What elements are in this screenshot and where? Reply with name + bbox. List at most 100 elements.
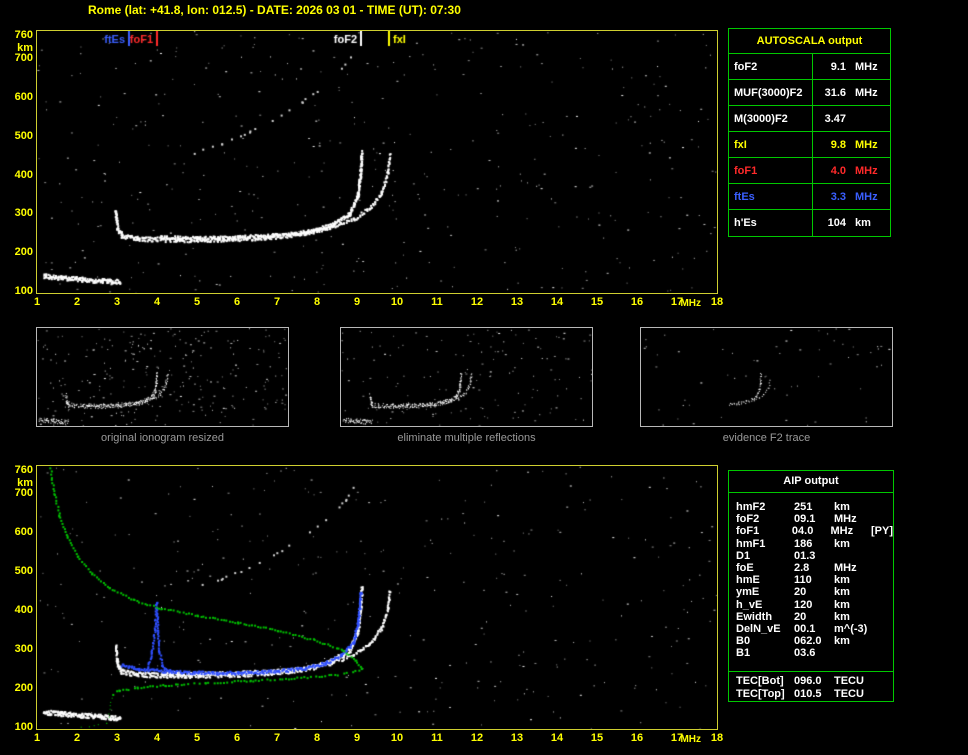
autoscala-output-table: AUTOSCALA output foF2 9.1 MHz MUF(3000)F… bbox=[728, 28, 891, 237]
aip-parameter-label: foF2 bbox=[736, 513, 760, 526]
axis-tick-label: 600 bbox=[14, 526, 33, 539]
autoscala-window: Rome (lat: +41.8, lon: 012.5) - DATE: 20… bbox=[0, 0, 968, 755]
thumbnail-f2-trace bbox=[640, 327, 893, 427]
aip-parameter-row: ymE 20 km bbox=[729, 586, 893, 598]
axis-tick-label: 1 bbox=[33, 732, 41, 744]
aip-parameter-row: foF2 09.1 MHz bbox=[729, 513, 893, 525]
aip-parameter-note bbox=[876, 611, 893, 623]
axis-tick-label: 300 bbox=[14, 207, 33, 220]
value-text: 31.6 bbox=[824, 86, 846, 99]
aip-parameter-row: foF1 04.0 MHz [PY] bbox=[729, 525, 893, 537]
aip-parameter-label: D1 bbox=[736, 549, 751, 562]
thumbnail-original-canvas bbox=[37, 328, 288, 426]
autoscala-table-row: foF2 9.1 MHz bbox=[729, 54, 890, 80]
unit-text: MHz bbox=[855, 190, 878, 203]
axis-tick-label: 760 bbox=[14, 28, 33, 41]
axis-tick-label: 15 bbox=[590, 732, 604, 744]
parameter-label: h'Es bbox=[729, 210, 813, 236]
aip-parameter-unit: km bbox=[834, 574, 850, 587]
axis-tick-label: 8 bbox=[313, 732, 321, 744]
axis-tick-label: 200 bbox=[14, 682, 33, 695]
axis-tick-label: 3 bbox=[113, 732, 121, 744]
axis-tick-label: 9 bbox=[353, 296, 361, 308]
aip-parameter-label: DelN_vE bbox=[736, 622, 781, 635]
axis-tick-label: 14 bbox=[550, 732, 564, 744]
caption-evidence-f2: evidence F2 trace bbox=[722, 432, 811, 444]
station-title: Rome (lat: +41.8, lon: 012.5) - DATE: 20… bbox=[88, 3, 461, 17]
axis-tick-label: 13 bbox=[510, 732, 524, 744]
unit-text: MHz bbox=[855, 60, 878, 73]
aip-parameter-label: Ewidth bbox=[736, 610, 773, 623]
tec-value: 010.5 bbox=[794, 687, 822, 700]
aip-parameter-unit: MHz bbox=[834, 513, 857, 526]
thumbnail-filtered-canvas bbox=[341, 328, 592, 426]
axis-tick-label: 2 bbox=[73, 732, 81, 744]
aip-parameter-unit bbox=[834, 550, 876, 562]
axis-tick-label: MHz bbox=[680, 298, 701, 309]
axis-tick-label: 700 bbox=[14, 487, 33, 500]
parameter-value: 9.1 MHz bbox=[813, 54, 890, 79]
autoscala-output-header: AUTOSCALA output bbox=[729, 29, 890, 54]
aip-parameter-unit: km bbox=[834, 537, 850, 550]
parameter-value: 31.6 MHz bbox=[813, 80, 890, 105]
unit-text: km bbox=[855, 217, 871, 229]
unit-text: MHz bbox=[855, 138, 878, 151]
aip-parameter-unit: km bbox=[834, 501, 850, 513]
aip-parameter-value: 120 bbox=[794, 598, 813, 611]
parameter-value: 3.47 bbox=[813, 106, 890, 131]
profile-ionogram-canvas bbox=[37, 466, 717, 729]
autoscala-table-row: M(3000)F2 3.47 bbox=[729, 106, 890, 132]
value-text: 3.47 bbox=[824, 112, 846, 125]
aip-parameter-unit: km bbox=[834, 598, 850, 611]
tec-label: TEC[Bot] bbox=[736, 675, 784, 688]
axis-tick-label: 5 bbox=[193, 732, 201, 744]
value-text: 3.3 bbox=[830, 190, 846, 203]
axis-tick-label: 700 bbox=[14, 52, 33, 65]
aip-tec-rows: TEC[Bot] 096.0 TECU TEC[Top] 010.5 TECU bbox=[729, 671, 893, 700]
axis-tick-label: 500 bbox=[14, 129, 33, 142]
aip-parameter-unit: km bbox=[834, 635, 850, 648]
axis-tick-label: 3 bbox=[113, 296, 121, 308]
aip-parameter-row: hmF2 251 km bbox=[729, 501, 893, 513]
autoscala-rows: foF2 9.1 MHz MUF(3000)F2 31.6 MHz M(3000… bbox=[729, 54, 890, 236]
axis-tick-label: 200 bbox=[14, 246, 33, 259]
value-text: 104 bbox=[827, 217, 846, 229]
aip-parameter-row: hmE 110 km bbox=[729, 574, 893, 586]
parameter-label: ftEs bbox=[729, 184, 813, 209]
value-text: 9.1 bbox=[830, 60, 846, 73]
aip-parameter-value: 2.8 bbox=[794, 561, 810, 574]
axis-tick-label: 12 bbox=[470, 732, 484, 744]
value-text: 9.8 bbox=[830, 138, 846, 151]
main-ionogram-canvas bbox=[37, 31, 717, 293]
aip-parameter-row: D1 01.3 bbox=[729, 550, 893, 562]
autoscala-table-row: foF1 4.0 MHz bbox=[729, 158, 890, 184]
aip-parameter-note bbox=[876, 635, 893, 647]
axis-tick-label: 14 bbox=[550, 296, 564, 308]
axis-tick-label: 16 bbox=[630, 732, 644, 744]
aip-parameter-row: DelN_vE 00.1 m^(-3) bbox=[729, 623, 893, 635]
parameter-value: 9.8 MHz bbox=[813, 132, 890, 157]
aip-output-header: AIP output bbox=[783, 475, 839, 487]
parameter-value: 4.0 MHz bbox=[813, 158, 890, 183]
axis-tick-label: 13 bbox=[510, 296, 524, 308]
aip-parameter-label: hmE bbox=[736, 574, 760, 587]
aip-parameter-label: hmF1 bbox=[736, 537, 766, 550]
aip-parameter-value: 20 bbox=[794, 610, 807, 623]
aip-parameter-row: hmF1 186 km bbox=[729, 538, 893, 550]
autoscala-table-row: MUF(3000)F2 31.6 MHz bbox=[729, 80, 890, 106]
aip-tec-row: TEC[Top] 010.5 TECU bbox=[729, 688, 893, 700]
aip-parameter-note bbox=[876, 513, 893, 525]
parameter-label: foF1 bbox=[729, 158, 813, 183]
aip-parameter-unit bbox=[834, 647, 876, 659]
tec-label: TEC[Top] bbox=[736, 687, 785, 700]
aip-parameter-value: 01.3 bbox=[794, 549, 816, 562]
parameter-label: foF2 bbox=[729, 54, 813, 79]
axis-tick-label: 1 bbox=[33, 296, 41, 308]
tec-value: 096.0 bbox=[794, 675, 822, 688]
axis-tick-label: 10 bbox=[390, 732, 404, 744]
aip-parameter-label: ymE bbox=[736, 586, 760, 599]
aip-parameter-label: foE bbox=[736, 561, 754, 574]
caption-eliminate-reflections: eliminate multiple reflections bbox=[397, 432, 536, 444]
axis-tick-label: 18 bbox=[710, 296, 724, 308]
aip-parameter-note: [PY] bbox=[871, 525, 893, 538]
